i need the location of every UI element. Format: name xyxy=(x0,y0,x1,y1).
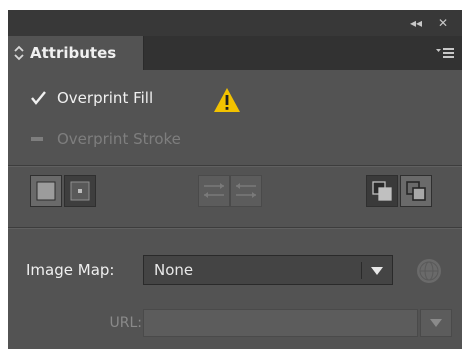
show-center-off-button[interactable] xyxy=(366,175,398,207)
chevron-down-icon xyxy=(430,319,442,327)
reverse-path-direction-on-button[interactable] xyxy=(230,175,262,207)
close-panel-button[interactable]: ✕ xyxy=(432,14,454,32)
overprint-stroke-checkbox[interactable] xyxy=(30,131,46,147)
overprint-fill-label: Overprint Fill xyxy=(57,89,154,107)
panel-menu-icon[interactable] xyxy=(436,47,454,59)
divider-highlight xyxy=(8,228,462,229)
show-center-on-button[interactable] xyxy=(400,175,432,207)
tab-attributes[interactable]: Attributes xyxy=(8,36,144,70)
url-dropdown-button[interactable] xyxy=(420,309,452,337)
tab-label: Attributes xyxy=(30,44,117,62)
browser-globe-icon[interactable] xyxy=(416,258,442,284)
overprint-stroke-label: Overprint Stroke xyxy=(57,130,181,148)
chevron-down-icon xyxy=(371,267,383,275)
url-label: URL: xyxy=(109,315,143,331)
fill-square-icon xyxy=(36,181,56,201)
image-map-value: None xyxy=(154,261,194,279)
image-map-label: Image Map: xyxy=(26,261,115,279)
updown-chevron-icon xyxy=(14,45,24,61)
image-map-select[interactable]: None xyxy=(143,255,393,285)
non-zero-winding-fill-button[interactable] xyxy=(30,175,62,207)
close-icon: ✕ xyxy=(437,16,449,30)
hollow-square-icon xyxy=(70,181,90,201)
even-odd-fill-button[interactable] xyxy=(64,175,96,207)
url-input[interactable] xyxy=(143,309,418,337)
overprint-fill-checkbox[interactable] xyxy=(30,90,46,106)
collapse-icon: ◂◂ xyxy=(409,16,423,30)
overlap-squares-icon xyxy=(372,181,392,201)
tab-bar: Attributes xyxy=(8,36,462,70)
collapse-panel-button[interactable]: ◂◂ xyxy=(405,14,427,32)
path-direction-on-icon xyxy=(236,183,256,198)
path-direction-off-icon xyxy=(204,183,224,198)
attributes-panel: ◂◂ ✕ Attributes Overprint Fill Overprint… xyxy=(8,10,462,349)
warning-triangle-icon xyxy=(214,88,240,112)
reverse-path-direction-off-button[interactable] xyxy=(198,175,230,207)
divider-highlight xyxy=(8,166,462,167)
panel-titlebar: ◂◂ ✕ xyxy=(8,10,462,36)
select-divider xyxy=(361,262,362,279)
nested-squares-icon xyxy=(406,181,426,201)
